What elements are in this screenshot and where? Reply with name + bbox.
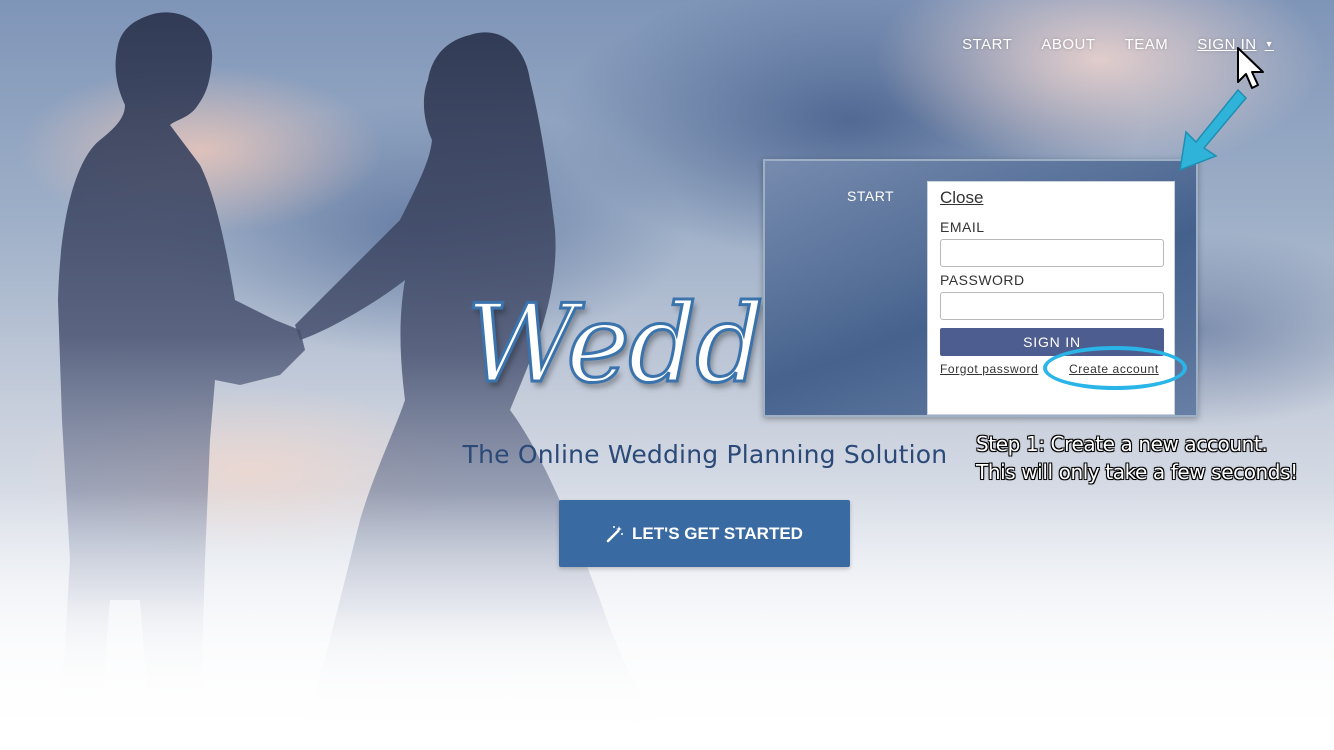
nav-start[interactable]: START xyxy=(962,36,1012,53)
get-started-label: LET'S GET STARTED xyxy=(632,523,803,543)
get-started-button[interactable]: LET'S GET STARTED xyxy=(559,500,850,567)
password-field[interactable] xyxy=(940,292,1164,320)
email-field[interactable] xyxy=(940,239,1164,267)
mouse-cursor-icon xyxy=(1237,47,1264,89)
password-label: PASSWORD xyxy=(940,272,1025,288)
top-nav: START ABOUT TEAM SIGN IN ▼ xyxy=(962,36,1274,53)
logo-script: Wedd xyxy=(464,281,765,409)
email-label: EMAIL xyxy=(940,219,985,235)
annotation-line-2: This will only take a few seconds! xyxy=(976,460,1298,484)
panel-start-link[interactable]: START xyxy=(847,188,894,204)
step-annotation: Step 1: Create a new account. This will … xyxy=(976,430,1298,486)
forgot-password-link[interactable]: Forgot password xyxy=(940,362,1038,376)
pointer-arrow-icon xyxy=(1179,88,1248,172)
magic-wand-icon xyxy=(606,525,624,543)
nav-about[interactable]: ABOUT xyxy=(1041,36,1095,53)
close-link[interactable]: Close xyxy=(940,188,983,208)
nav-team[interactable]: TEAM xyxy=(1125,36,1169,53)
annotation-line-1: Step 1: Create a new account. xyxy=(976,432,1268,456)
highlight-ring xyxy=(1043,346,1187,390)
